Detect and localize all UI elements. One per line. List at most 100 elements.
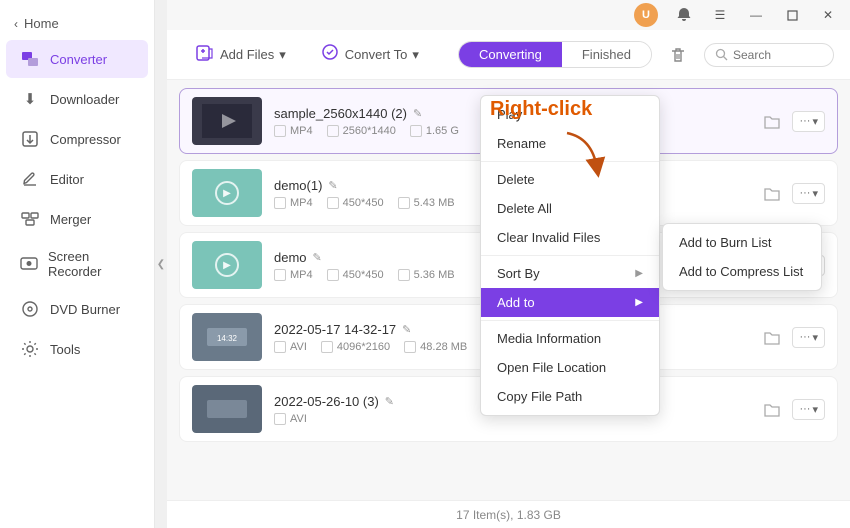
res-checkbox — [327, 269, 339, 281]
res-checkbox — [321, 341, 333, 353]
menu-item-media-info[interactable]: Media Information — [481, 324, 659, 353]
open-folder-button[interactable] — [758, 179, 786, 207]
add-files-dropdown-icon: ▾ — [279, 47, 286, 63]
tab-finished[interactable]: Finished — [562, 42, 651, 67]
more-options-button[interactable]: ··· ▾ — [792, 327, 825, 348]
sidebar-item-screen-recorder[interactable]: Screen Recorder — [6, 240, 148, 288]
convert-to-button[interactable]: Convert To ▾ — [308, 36, 431, 73]
merger-icon — [20, 209, 40, 229]
file-resolution: 450*450 — [327, 269, 384, 281]
menu-item-open-location[interactable]: Open File Location — [481, 353, 659, 382]
open-folder-button[interactable] — [758, 395, 786, 423]
back-home-label: Home — [24, 16, 59, 31]
edit-icon[interactable]: ✎ — [328, 179, 337, 192]
sidebar-item-merger[interactable]: Merger — [6, 200, 148, 238]
menu-divider-3 — [481, 320, 659, 321]
edit-icon[interactable]: ✎ — [385, 395, 394, 408]
right-click-label: Right-click — [490, 98, 592, 121]
size-checkbox — [404, 341, 416, 353]
sidebar-item-downloader[interactable]: ⬇ Downloader — [6, 80, 148, 118]
edit-icon[interactable]: ✎ — [313, 251, 322, 264]
close-button[interactable]: ✕ — [814, 4, 842, 26]
edit-icon[interactable]: ✎ — [402, 323, 411, 336]
file-actions: ··· ▾ — [758, 323, 825, 351]
more-options-button[interactable]: ··· ▾ — [792, 111, 825, 132]
add-files-button[interactable]: Add Files ▾ — [183, 36, 298, 73]
back-arrow-icon: ‹ — [14, 17, 18, 31]
menu-item-clear-invalid[interactable]: Clear Invalid Files — [481, 223, 659, 252]
file-thumbnail: ▶ — [192, 241, 262, 289]
format-checkbox — [274, 269, 286, 281]
convert-to-icon — [320, 42, 340, 67]
file-thumbnail — [192, 385, 262, 433]
format-checkbox — [274, 413, 286, 425]
arrow-indicator — [562, 128, 612, 183]
file-format: MP4 — [274, 269, 313, 281]
sidebar-item-downloader-label: Downloader — [50, 92, 119, 107]
menu-item-copy-path[interactable]: Copy File Path — [481, 382, 659, 411]
sidebar-item-converter[interactable]: Converter — [6, 40, 148, 78]
submenu-item-compress-list[interactable]: Add to Compress List — [663, 257, 821, 286]
back-home-button[interactable]: ‹ Home — [0, 8, 154, 39]
sidebar-item-compressor[interactable]: Compressor — [6, 120, 148, 158]
file-size: 5.36 MB — [398, 269, 455, 281]
menu-item-sort-by[interactable]: Sort By ▶ — [481, 259, 659, 288]
editor-icon — [20, 169, 40, 189]
sidebar-item-editor-label: Editor — [50, 172, 84, 187]
menu-item-add-to[interactable]: Add to ▶ — [481, 288, 659, 317]
open-folder-button[interactable] — [758, 323, 786, 351]
file-format: AVI — [274, 413, 307, 425]
dvd-burner-icon — [20, 299, 40, 319]
statusbar-text: 17 Item(s), 1.83 GB — [456, 508, 561, 522]
tools-icon — [20, 339, 40, 359]
size-checkbox — [410, 125, 422, 137]
sidebar-item-compressor-label: Compressor — [50, 132, 121, 147]
file-format: AVI — [274, 341, 307, 353]
sidebar-collapse-handle[interactable]: ❮ — [155, 0, 167, 528]
file-thumbnail: 14:32 — [192, 313, 262, 361]
sidebar-item-converter-label: Converter — [50, 52, 107, 67]
search-box — [704, 43, 834, 67]
sidebar-item-tools-label: Tools — [50, 342, 80, 357]
file-format: MP4 — [274, 125, 313, 137]
more-options-button[interactable]: ··· ▾ — [792, 183, 825, 204]
maximize-button[interactable] — [778, 4, 806, 26]
file-actions: ··· ▾ — [758, 107, 825, 135]
more-options-button[interactable]: ··· ▾ — [792, 399, 825, 420]
tab-converting[interactable]: Converting — [459, 42, 562, 67]
converter-icon — [20, 49, 40, 69]
screen-recorder-icon — [20, 254, 38, 274]
sidebar-item-merger-label: Merger — [50, 212, 91, 227]
search-input[interactable] — [733, 48, 823, 62]
menu-button[interactable]: ☰ — [706, 4, 734, 26]
file-size: 5.43 MB — [398, 197, 455, 209]
play-icon: ▶ — [215, 181, 239, 205]
minimize-button[interactable]: — — [742, 4, 770, 26]
play-icon: ▶ — [215, 253, 239, 277]
trash-button[interactable] — [662, 39, 694, 71]
file-size: 48.28 MB — [404, 341, 467, 353]
convert-to-label: Convert To — [345, 47, 408, 62]
res-checkbox — [327, 125, 339, 137]
submenu-item-burn-list[interactable]: Add to Burn List — [663, 228, 821, 257]
open-folder-button[interactable] — [758, 107, 786, 135]
bell-button[interactable] — [670, 4, 698, 26]
svg-text:14:32: 14:32 — [217, 334, 238, 343]
sidebar: ‹ Home Converter ⬇ Downloader Compressor — [0, 0, 155, 528]
file-resolution: 2560*1440 — [327, 125, 396, 137]
sidebar-item-tools[interactable]: Tools — [6, 330, 148, 368]
format-checkbox — [274, 125, 286, 137]
statusbar: 17 Item(s), 1.83 GB — [167, 500, 850, 528]
submenu-chevron: ▶ — [635, 268, 643, 279]
avatar[interactable]: U — [634, 3, 658, 27]
edit-icon[interactable]: ✎ — [413, 107, 422, 120]
file-actions: ··· ▾ — [758, 395, 825, 423]
sidebar-item-editor[interactable]: Editor — [6, 160, 148, 198]
file-resolution: 4096*2160 — [321, 341, 390, 353]
menu-item-delete-all[interactable]: Delete All — [481, 194, 659, 223]
file-format: MP4 — [274, 197, 313, 209]
sidebar-item-dvd-burner[interactable]: DVD Burner — [6, 290, 148, 328]
tab-group: Converting Finished — [458, 41, 652, 68]
sidebar-item-dvd-burner-label: DVD Burner — [50, 302, 120, 317]
file-thumbnail: ▶ — [192, 169, 262, 217]
